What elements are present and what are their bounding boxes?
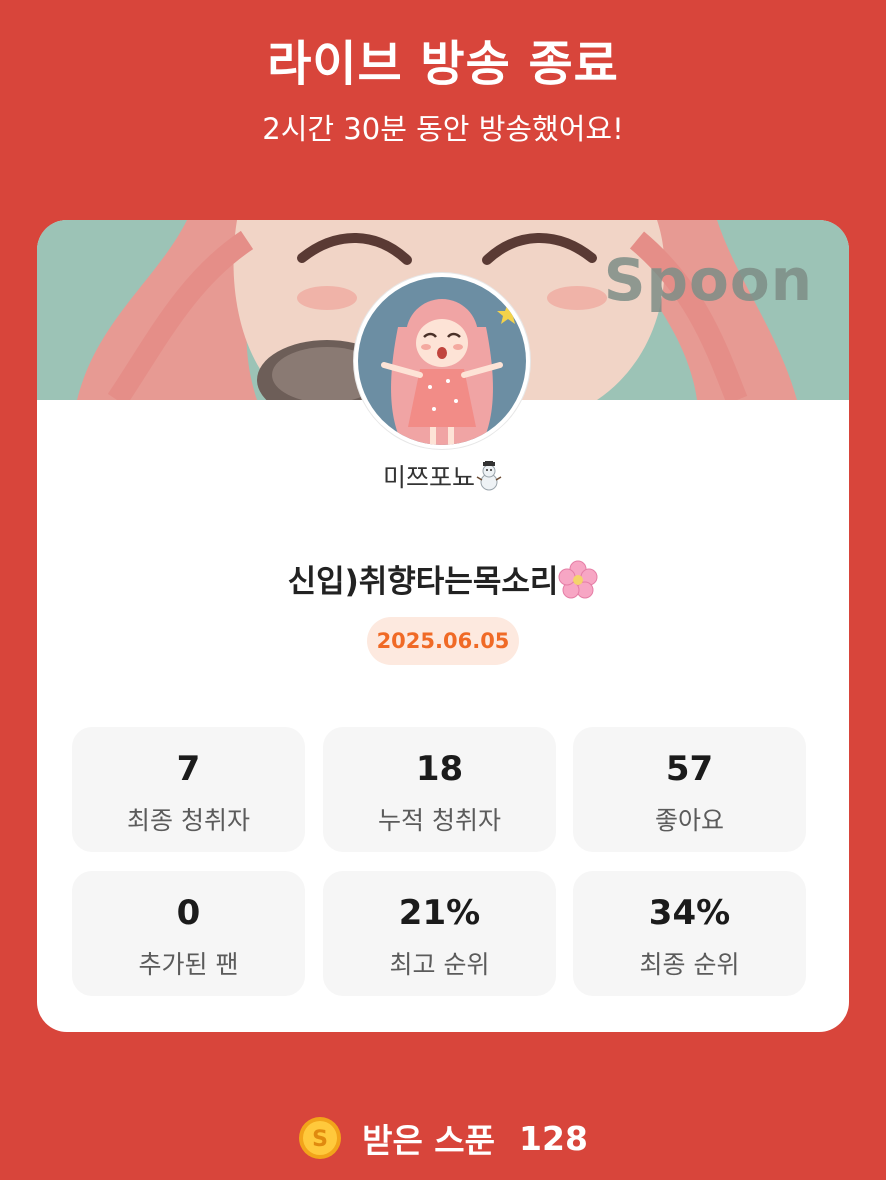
stat-best-rank: 21% 최고 순위 — [323, 871, 556, 996]
cherry-blossom-icon — [558, 560, 598, 608]
avatar[interactable] — [354, 273, 530, 449]
broadcast-duration: 2시간 30분 동안 방송했어요! — [262, 112, 624, 146]
received-spoons: S 받은 스푼 128 — [0, 1114, 886, 1166]
stat-likes: 57 좋아요 — [573, 727, 806, 852]
broadcast-title: 신입)취향타는목소리 — [37, 556, 849, 608]
stat-value: 18 — [415, 749, 464, 789]
stat-final-listeners: 7 최종 청취자 — [72, 727, 305, 852]
stat-value: 0 — [176, 893, 201, 933]
snowman-icon — [475, 458, 503, 497]
stat-value: 21% — [398, 893, 481, 933]
stat-label: 최종 순위 — [639, 950, 740, 979]
stat-value: 57 — [665, 749, 714, 789]
broadcast-summary-card: Spoon 미쯔포뇨 신입)취향타는목소리 2025.06.05 7 최종 청취… — [37, 220, 849, 1032]
broadcast-date-badge: 2025.06.05 — [367, 617, 519, 665]
stat-label: 최고 순위 — [389, 950, 490, 979]
stat-label: 누적 청취자 — [378, 806, 501, 835]
stat-value: 34% — [648, 893, 731, 933]
spoon-count: 128 — [519, 1118, 588, 1158]
avatar-illustration — [358, 277, 526, 445]
username-text: 미쯔포뇨 — [382, 463, 475, 492]
stat-value: 7 — [176, 749, 201, 789]
username[interactable]: 미쯔포뇨 — [37, 458, 849, 497]
svg-text:S: S — [312, 1127, 328, 1152]
stat-label: 추가된 팬 — [138, 950, 239, 979]
stat-label: 좋아요 — [654, 806, 724, 835]
stat-final-rank: 34% 최종 순위 — [573, 871, 806, 996]
spoon-coin-icon: S — [298, 1116, 342, 1160]
stat-total-listeners: 18 누적 청취자 — [323, 727, 556, 852]
stat-new-fans: 0 추가된 팬 — [72, 871, 305, 996]
stat-label: 최종 청취자 — [127, 806, 250, 835]
page-title: 라이브 방송 종료 — [267, 36, 619, 92]
spoon-logo: Spoon — [603, 246, 813, 314]
spoon-label: 받은 스푼 — [362, 1121, 496, 1160]
broadcast-title-text: 신입)취향타는목소리 — [287, 564, 559, 600]
